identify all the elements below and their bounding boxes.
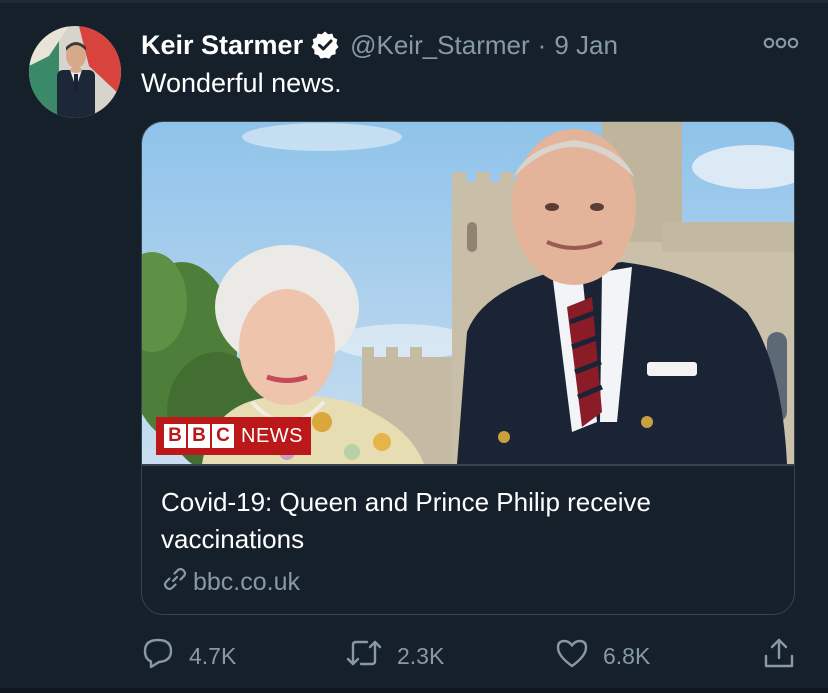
avatar[interactable] (29, 26, 121, 118)
tweet-actions: 4.7K 2.3K 6.8K (0, 634, 828, 678)
card-image[interactable]: B B C NEWS (142, 122, 794, 464)
verified-badge-icon (310, 30, 340, 60)
top-divider (0, 0, 828, 3)
share-button[interactable] (762, 634, 810, 678)
like-count: 6.8K (603, 642, 651, 669)
reply-icon (141, 636, 189, 676)
card-domain[interactable]: bbc.co.uk (161, 565, 300, 600)
link-icon (161, 565, 193, 600)
tweet-timestamp[interactable]: 9 Jan (554, 30, 618, 61)
card-divider (142, 464, 794, 466)
retweet-button[interactable]: 2.3K (345, 634, 444, 678)
like-button[interactable]: 6.8K (555, 634, 650, 678)
card-domain-text: bbc.co.uk (193, 568, 301, 596)
header-separator: · (537, 29, 547, 60)
heart-icon (555, 636, 603, 676)
bbc-news-logo: B B C NEWS (156, 417, 311, 455)
share-icon (762, 636, 810, 676)
author-handle[interactable]: @Keir_Starmer (350, 30, 530, 61)
tweet-header: Keir Starmer @Keir_Starmer · 9 Jan (141, 26, 618, 64)
card-title[interactable]: Covid-19: Queen and Prince Philip receiv… (161, 484, 761, 558)
reply-button[interactable]: 4.7K (141, 634, 236, 678)
retweet-count: 2.3K (397, 642, 445, 669)
link-card[interactable]: B B C NEWS Covid-19: Queen and Prince Ph… (141, 121, 795, 615)
more-options-icon[interactable] (762, 36, 800, 50)
bottom-divider (0, 688, 828, 693)
reply-count: 4.7K (189, 642, 237, 669)
author-name[interactable]: Keir Starmer (141, 30, 303, 61)
tweet-text: Wonderful news. (141, 68, 342, 98)
retweet-icon (345, 636, 397, 676)
